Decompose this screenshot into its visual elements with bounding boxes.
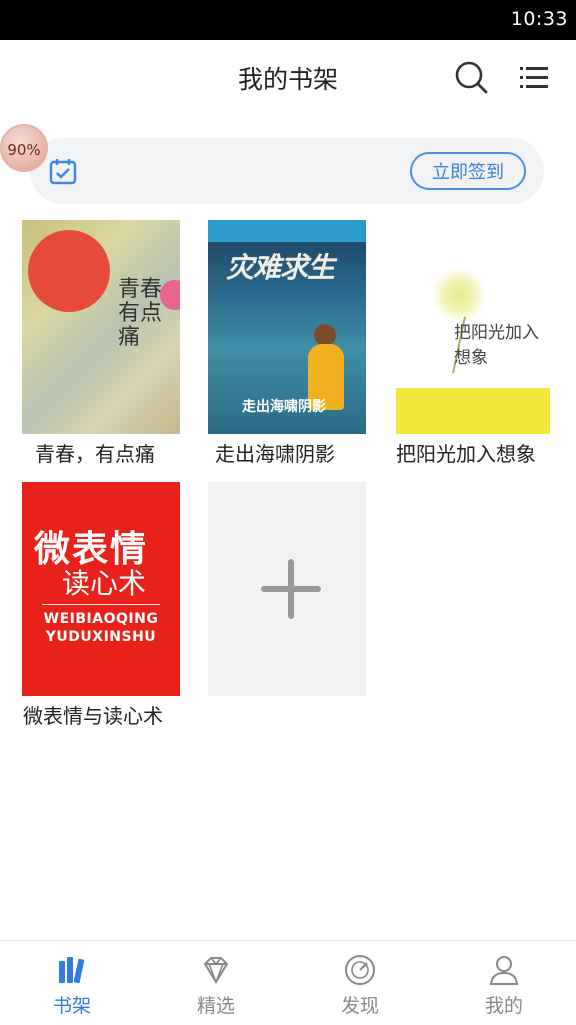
tab-label: 我的 (484, 995, 523, 1017)
diamond-icon (199, 953, 233, 987)
cover-headline: 灾难求生 (226, 251, 335, 284)
tab-mine[interactable]: 我的 (432, 941, 576, 1025)
cover-top-strip (208, 220, 366, 242)
bottom-tab-bar: 书架 精选 发现 我的 (0, 940, 576, 1025)
book-title-2[interactable]: 走出海啸阴影 (215, 438, 335, 467)
cover-subtitle: 读心术 (62, 567, 147, 600)
tab-bookshelf[interactable]: 书架 (0, 941, 144, 1025)
status-time: 10:33 (510, 8, 568, 30)
compass-icon (343, 953, 377, 987)
cover-text: 把阳光加入想象 (454, 323, 539, 368)
book-title-4[interactable]: 微表情与读心术 (23, 700, 163, 729)
user-icon (487, 953, 521, 987)
app-header: 我的书架 (0, 40, 576, 116)
bookshelf-icon (55, 953, 89, 987)
menu-icon[interactable] (514, 58, 554, 98)
cover-subtitle: 走出海啸阴影 (242, 399, 326, 415)
cover-figure-head (314, 324, 336, 346)
plus-icon-vertical (288, 559, 294, 619)
book-title-1[interactable]: 青春，有点痛 (35, 438, 155, 467)
cover-red-circle (28, 230, 110, 312)
add-book-button[interactable] (208, 482, 366, 696)
cover-divider (42, 604, 160, 605)
status-bar: 10:33 (0, 0, 576, 40)
book-cover-4[interactable]: 微表情 读心术 WEIBIAOQING YUDUXINSHU (22, 482, 180, 696)
book-title-3[interactable]: 把阳光加入想象 (396, 438, 536, 467)
book-cover-3[interactable]: 把阳光加入想象 (392, 220, 550, 434)
tab-label: 精选 (196, 995, 235, 1017)
cover-yellow-band (396, 388, 550, 434)
cover-english-title: WEIBIAOQING YUDUXINSHU (43, 611, 159, 645)
book-cover-2[interactable]: 灾难求生 走出海啸阴影 (208, 220, 366, 434)
tab-featured[interactable]: 精选 (144, 941, 288, 1025)
tab-label: 发现 (340, 995, 379, 1017)
progress-badge: 90% (0, 124, 48, 172)
tab-discover[interactable]: 发现 (288, 941, 432, 1025)
sign-in-button[interactable]: 立即签到 (410, 152, 526, 190)
calendar-check-icon (48, 156, 78, 186)
sign-in-bar: 立即签到 (30, 138, 544, 204)
search-icon[interactable] (452, 58, 492, 98)
book-cover-1[interactable]: 青春有点痛 (22, 220, 180, 434)
cover-dandelion (432, 268, 486, 322)
tab-label: 书架 (52, 995, 91, 1017)
